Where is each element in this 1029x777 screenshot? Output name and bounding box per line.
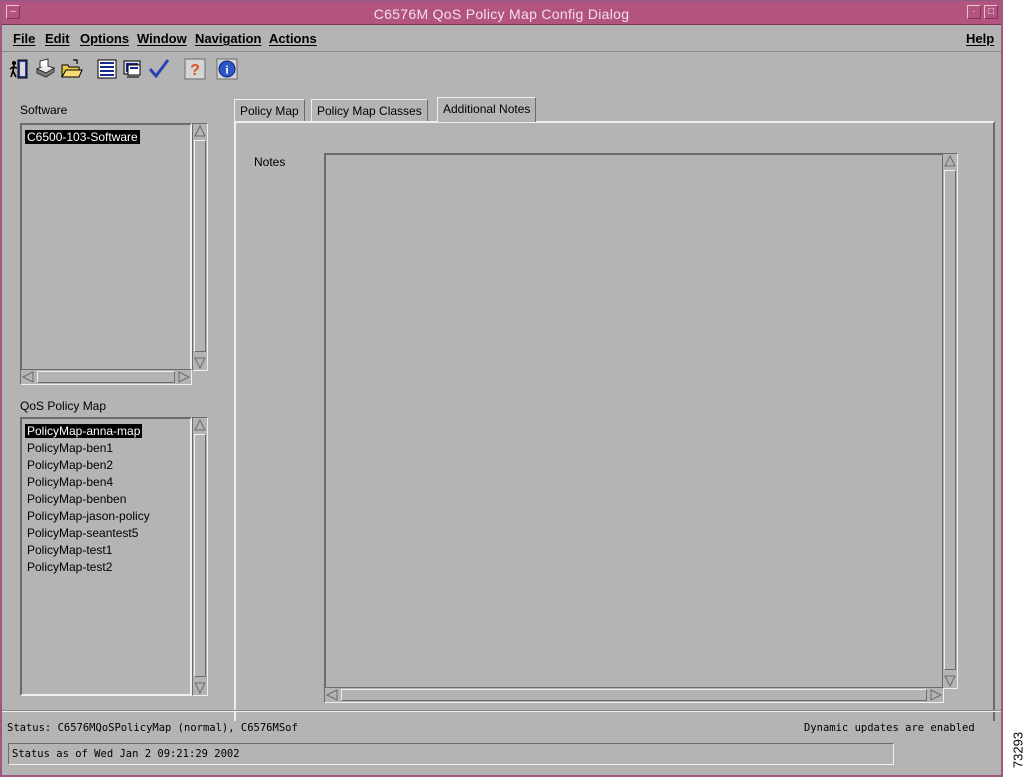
scroll-thumb[interactable]	[944, 170, 956, 670]
software-hscrollbar[interactable]	[20, 369, 192, 385]
status-separator	[2, 710, 1001, 712]
policy-map-list-item[interactable]: PolicyMap-benben	[25, 492, 128, 506]
info-icon[interactable]: i	[215, 57, 239, 81]
software-vscrollbar[interactable]	[192, 123, 208, 371]
scroll-right-icon[interactable]	[929, 688, 943, 702]
dynamic-updates-status: Dynamic updates are enabled	[804, 722, 975, 734]
scroll-right-icon[interactable]	[177, 370, 191, 384]
scroll-left-icon[interactable]	[325, 688, 339, 702]
scroll-thumb[interactable]	[194, 434, 206, 677]
notes-label: Notes	[254, 155, 286, 169]
policy-map-list-item[interactable]: PolicyMap-ben4	[25, 475, 115, 489]
window-title: C6576M QoS Policy Map Config Dialog	[373, 6, 630, 22]
policy-map-list-item[interactable]: PolicyMap-anna-map	[25, 424, 143, 438]
policy-map-list-item[interactable]: PolicyMap-test1	[25, 543, 114, 557]
scroll-down-icon[interactable]	[193, 681, 207, 695]
dialog-window: – C6576M QoS Policy Map Config Dialog · …	[0, 0, 1003, 777]
open-folder-icon[interactable]	[59, 57, 83, 81]
notes-hscrollbar[interactable]	[324, 687, 944, 703]
help-icon[interactable]: ?	[183, 57, 207, 81]
menu-help[interactable]: Help	[966, 31, 994, 46]
software-label: Software	[20, 103, 68, 117]
policy-map-list-item[interactable]: PolicyMap-ben1	[25, 441, 115, 455]
tab-policy-map[interactable]: Policy Map	[234, 99, 305, 121]
scroll-up-icon[interactable]	[943, 154, 957, 168]
print-icon[interactable]	[33, 57, 57, 81]
policy-map-list-item[interactable]: PolicyMap-ben2	[25, 458, 115, 472]
exit-icon[interactable]	[7, 57, 31, 81]
scroll-thumb[interactable]	[194, 140, 206, 352]
menu-navigation[interactable]: Navigation	[195, 31, 261, 46]
minimize-icon[interactable]: ·	[967, 5, 981, 19]
notes-textarea[interactable]	[324, 153, 944, 689]
menu-options[interactable]: Options	[80, 31, 129, 46]
additional-notes-panel: Notes	[234, 121, 995, 721]
scroll-thumb[interactable]	[341, 689, 927, 701]
status-as-of-text: Status as of Wed Jan 2 09:21:29 2002	[12, 748, 240, 760]
toolbar: ? i	[2, 54, 1001, 86]
policy-map-list-item[interactable]: PolicyMap-seantest5	[25, 526, 140, 540]
check-icon[interactable]	[147, 57, 171, 81]
software-list-item[interactable]: C6500-103-Software	[25, 130, 140, 144]
policy-map-list-item[interactable]: PolicyMap-jason-policy	[25, 509, 152, 523]
scroll-down-icon[interactable]	[943, 674, 957, 688]
menu-actions[interactable]: Actions	[269, 31, 317, 46]
tab-policy-map-classes[interactable]: Policy Map Classes	[311, 99, 428, 121]
scroll-left-icon[interactable]	[21, 370, 35, 384]
title-bar[interactable]: – C6576M QoS Policy Map Config Dialog · …	[2, 2, 1001, 25]
svg-text:?: ?	[190, 62, 200, 79]
scroll-down-icon[interactable]	[193, 356, 207, 370]
screen-icon[interactable]	[121, 57, 145, 81]
menu-window[interactable]: Window	[137, 31, 187, 46]
list-icon[interactable]	[95, 57, 119, 81]
policy-map-vscrollbar[interactable]	[192, 417, 208, 696]
menu-edit[interactable]: Edit	[45, 31, 70, 46]
software-list[interactable]: C6500-103-Software	[20, 123, 192, 371]
menu-file[interactable]: File	[13, 31, 35, 46]
policy-map-list[interactable]: PolicyMap-anna-map PolicyMap-ben1 Policy…	[20, 417, 192, 696]
scroll-up-icon[interactable]	[193, 124, 207, 138]
status-as-of-box: Status as of Wed Jan 2 09:21:29 2002	[8, 743, 894, 765]
figure-id: 73293	[1007, 722, 1029, 777]
status-text: Status: C6576MQoSPolicyMap (normal), C65…	[7, 722, 298, 734]
figure-id-text: 73293	[1010, 731, 1026, 768]
scroll-thumb[interactable]	[37, 371, 175, 383]
menu-bar: File Edit Options Window Navigation Acti…	[2, 25, 1001, 52]
policy-map-label: QoS Policy Map	[20, 399, 107, 413]
maximize-icon[interactable]: □	[984, 5, 998, 19]
scroll-up-icon[interactable]	[193, 418, 207, 432]
policy-map-list-item[interactable]: PolicyMap-test2	[25, 560, 114, 574]
tab-additional-notes[interactable]: Additional Notes	[437, 97, 537, 122]
notes-vscrollbar[interactable]	[942, 153, 958, 689]
